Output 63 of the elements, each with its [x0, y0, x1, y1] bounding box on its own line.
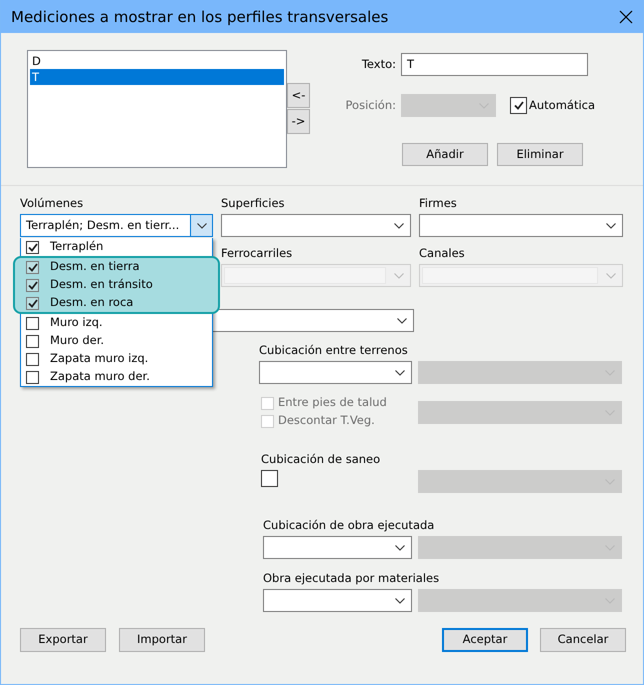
chevron-icon: [606, 222, 616, 228]
field-label: Posición:: [344, 98, 396, 112]
checkbox[interactable]: [510, 97, 527, 114]
dropdown[interactable]: [221, 214, 411, 237]
checkbox-label: Entre pies de talud: [278, 396, 387, 410]
checkbox[interactable]: [26, 316, 39, 330]
field-label: Cubicación entre terrenos: [259, 344, 409, 359]
field-label: Texto:: [360, 58, 396, 72]
option-label[interactable]: Zapata muro der.: [50, 370, 150, 384]
option-label[interactable]: Zapata muro izq.: [50, 352, 148, 366]
checkbox[interactable]: [26, 240, 39, 254]
checkbox[interactable]: [261, 470, 278, 487]
footer-button[interactable]: Aceptar: [442, 628, 528, 652]
field-label: Canales: [419, 247, 466, 262]
checkbox-label: Automática: [529, 98, 596, 112]
move-button[interactable]: ->: [287, 109, 310, 134]
chevron-icon: [395, 370, 405, 376]
action-button[interactable]: Añadir: [402, 143, 488, 166]
footer-button[interactable]: Importar: [119, 628, 205, 652]
option-label[interactable]: Desm. en tránsito: [50, 278, 153, 292]
check-icon: [514, 101, 524, 110]
option-label[interactable]: Terraplén: [50, 240, 104, 254]
field-label: Firmes: [419, 197, 458, 212]
chevron-icon: [397, 318, 407, 324]
field-label: Cubicación de saneo: [261, 453, 382, 468]
move-button[interactable]: <-: [287, 83, 310, 108]
chevron-icon: [606, 272, 616, 278]
footer-button[interactable]: Exportar: [20, 628, 106, 652]
field-label: Volúmenes: [20, 197, 84, 212]
checkbox[interactable]: [26, 370, 39, 384]
option-label[interactable]: Muro der.: [50, 334, 104, 348]
checkbox[interactable]: [26, 296, 39, 310]
chevron-icon: [394, 222, 404, 228]
option-label[interactable]: Muro izq.: [50, 316, 103, 330]
text-field[interactable]: T: [401, 53, 588, 76]
option-label[interactable]: Desm. en roca: [50, 296, 134, 310]
dropdown[interactable]: [263, 536, 412, 559]
list-item[interactable]: D: [30, 53, 284, 69]
dropdown[interactable]: [419, 214, 623, 237]
chevron-icon: [394, 272, 404, 278]
marker-list[interactable]: D T: [27, 50, 287, 168]
close-icon[interactable]: [619, 10, 633, 24]
checkbox[interactable]: [26, 278, 39, 292]
field-label: Superficies: [221, 197, 286, 212]
field-label: Obra ejecutada por materiales: [263, 572, 440, 587]
checkbox[interactable]: [26, 260, 39, 274]
chevron-icon: [395, 544, 405, 550]
field-label: Ferrocarriles: [221, 247, 294, 262]
dropdown[interactable]: Terraplén; Desm. en tierr...: [20, 214, 213, 237]
checkbox[interactable]: [26, 334, 39, 348]
field-label: Cubicación de obra ejecutada: [263, 519, 436, 534]
chevron-icon: [196, 222, 206, 228]
dropdown[interactable]: [259, 361, 412, 384]
footer-button[interactable]: Cancelar: [540, 628, 626, 652]
checkbox-label: Descontar T.Veg.: [278, 414, 375, 428]
action-button[interactable]: Eliminar: [497, 143, 583, 166]
checkbox[interactable]: [26, 352, 39, 366]
check-icon: [28, 242, 38, 252]
window-title: Mediciones a mostrar en los perfiles transversales: [11, 8, 388, 26]
chevron-icon: [395, 598, 405, 604]
list-item[interactable]: T: [30, 69, 284, 85]
dropdown[interactable]: [263, 589, 412, 612]
option-label[interactable]: Desm. en tierra: [50, 260, 140, 274]
